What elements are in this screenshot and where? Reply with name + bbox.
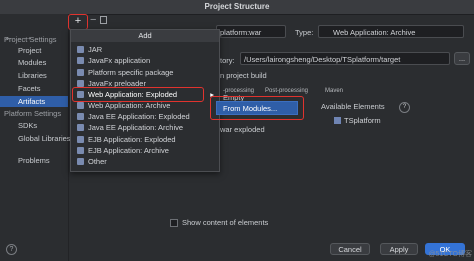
project-structure-window: Project Structure ← → Project Settings P…	[0, 0, 474, 261]
module-tree-label: TSplatform	[344, 116, 381, 125]
javaee-icon	[77, 124, 84, 131]
menu-item-label: JAR	[88, 45, 103, 54]
menu-item-label: Other	[88, 157, 107, 166]
other-icon	[77, 158, 84, 165]
jar-icon	[77, 46, 84, 53]
tab-postprocessing[interactable]: Post-processing	[265, 88, 308, 94]
menu-item-ejb-exploded[interactable]: EJB Application: Exploded	[70, 134, 218, 145]
menu-item-javaee-exploded[interactable]: Java EE Application: Exploded	[70, 111, 218, 122]
menu-item-label: Platform specific package	[88, 68, 174, 77]
section-platform-settings: Platform Settings	[4, 109, 62, 118]
ejb-icon	[77, 136, 84, 143]
available-elements-label: Available Elements	[321, 102, 385, 111]
highlight-box-from-modules	[210, 96, 304, 120]
web-app-icon	[77, 102, 84, 109]
browse-button[interactable]: ...	[454, 52, 470, 65]
ejb-icon	[77, 147, 84, 154]
menu-item-javafx-application[interactable]: JavaFx application	[70, 55, 218, 66]
output-directory-label: tory:	[220, 56, 235, 65]
artifact-name-field[interactable]: platform:war	[216, 25, 286, 38]
type-label: Type:	[295, 28, 314, 37]
window-title: Project Structure	[204, 2, 270, 11]
preloader-icon	[77, 80, 84, 87]
menu-item-javaee-archive[interactable]: Java EE Application: Archive	[70, 122, 218, 133]
help-icon[interactable]: ?	[399, 102, 410, 113]
menu-item-other[interactable]: Other	[70, 156, 218, 167]
sidebar-item-artifacts[interactable]: Artifacts	[0, 96, 68, 107]
highlight-box-web-exploded	[72, 87, 204, 102]
menu-item-platform-package[interactable]: Platform specific package	[70, 67, 218, 78]
copy-icon[interactable]	[100, 16, 107, 24]
package-icon	[77, 69, 84, 76]
menu-item-label: JavaFx application	[88, 56, 151, 65]
javaee-icon	[77, 113, 84, 120]
remove-artifact-button[interactable]: −	[90, 14, 96, 26]
help-circle-icon[interactable]: ?	[6, 244, 17, 255]
tab-maven[interactable]: Maven	[325, 88, 343, 94]
add-artifact-button[interactable]: +	[68, 14, 88, 30]
add-menu-header: Add	[71, 30, 219, 42]
menu-item-label: Java EE Application: Archive	[88, 123, 184, 132]
menu-item-label: Web Application: Archive	[88, 101, 171, 110]
title-bar: Project Structure	[0, 0, 474, 15]
section-project-settings: Project Settings	[4, 35, 57, 44]
show-content-checkbox[interactable]	[170, 219, 178, 227]
show-content-label: Show content of elements	[182, 218, 269, 227]
watermark: @51CTO博客	[428, 251, 472, 258]
javafx-icon	[77, 57, 84, 64]
war-exploded-item[interactable]: war exploded	[220, 125, 265, 134]
type-select-value: Web Application: Archive	[333, 28, 416, 37]
menu-item-label: EJB Application: Archive	[88, 146, 169, 155]
module-tree-item[interactable]: TSplatform	[334, 116, 381, 125]
apply-button[interactable]: Apply	[380, 243, 418, 255]
output-directory-field[interactable]: /Users/lairongsheng/Desktop/TSplatform/t…	[240, 52, 450, 65]
menu-item-label: EJB Application: Exploded	[88, 135, 176, 144]
sidebar: ← → Project Settings Project Modules Lib…	[0, 14, 71, 261]
menu-item-label: Java EE Application: Exploded	[88, 112, 190, 121]
build-on-make-label: n project build	[220, 71, 267, 80]
menu-item-jar[interactable]: JAR	[70, 44, 218, 55]
module-icon	[334, 117, 341, 124]
cancel-button[interactable]: Cancel	[330, 243, 370, 255]
menu-item-ejb-archive[interactable]: EJB Application: Archive	[70, 145, 218, 156]
type-select[interactable]: Web Application: Archive	[318, 25, 464, 38]
